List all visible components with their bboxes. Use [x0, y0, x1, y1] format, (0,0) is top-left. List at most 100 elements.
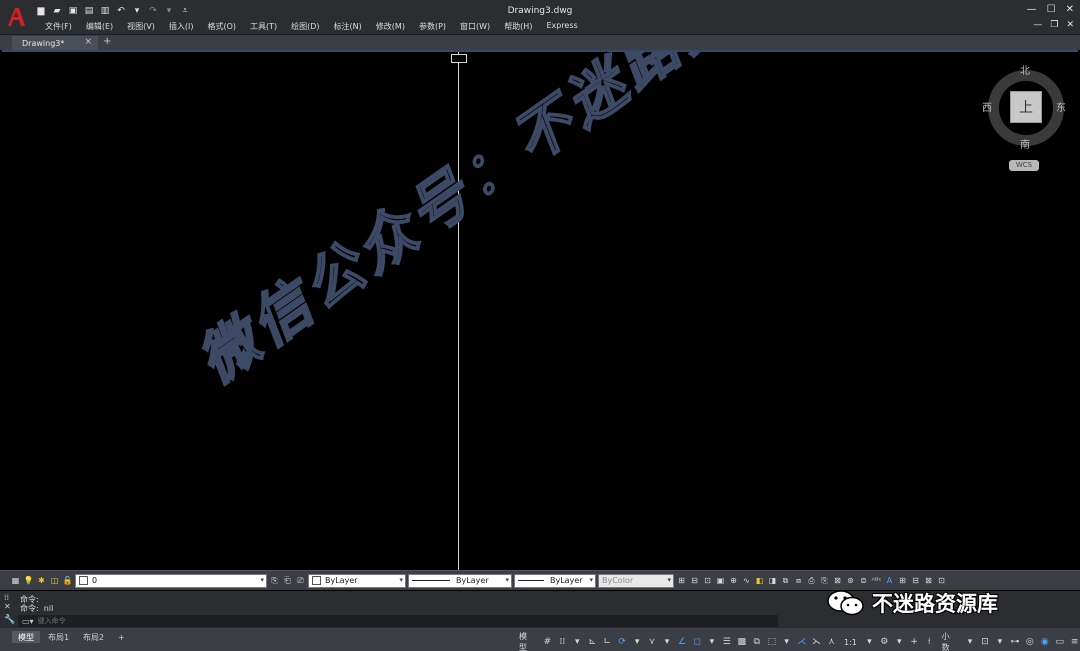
block-icon[interactable]: ⊟ [689, 575, 700, 586]
polar-tracking-icon[interactable]: ⟳ [617, 637, 628, 647]
chevron-down-icon[interactable]: ▾ [572, 637, 583, 647]
customize-wrench-icon[interactable]: 🔧 [4, 615, 15, 625]
chevron-down-icon[interactable]: ▾ [864, 637, 875, 647]
new-icon[interactable]: ▆ [34, 5, 48, 17]
menu-modify[interactable]: 修改(M) [369, 21, 412, 32]
save-as-icon[interactable]: ▤ [82, 5, 96, 17]
minimize-icon[interactable]: — [1027, 4, 1037, 15]
menu-insert[interactable]: 插入(I) [162, 21, 201, 32]
object-snap-icon[interactable]: ◻ [691, 637, 702, 647]
doc-restore-icon[interactable]: ❐ [1050, 20, 1058, 30]
layer-state-icon[interactable]: ◧ [754, 575, 765, 586]
doc-minimize-icon[interactable]: — [1033, 20, 1042, 30]
command-input[interactable]: ▭▾ 键入命令 [18, 615, 778, 627]
open-icon[interactable]: ▰ [50, 5, 64, 17]
workspace-gear-icon[interactable]: ⚙ [879, 637, 890, 647]
layer-on-icon[interactable]: 💡 [23, 575, 34, 586]
color-dropdown[interactable]: ByLayer ▾ [308, 573, 406, 588]
wcs-menu-button[interactable]: WCS [1009, 160, 1039, 171]
layer-dropdown[interactable]: 0 ▾ [75, 573, 267, 588]
grip-icon[interactable]: ⁞⁞ [4, 593, 11, 602]
menu-tools[interactable]: 工具(T) [243, 21, 284, 32]
infer-constraints-icon[interactable]: ⊾ [587, 637, 598, 647]
close-command-icon[interactable]: ✕ [4, 602, 11, 611]
lock-ui-icon[interactable]: ⊶ [1009, 637, 1020, 647]
chevron-down-icon[interactable]: ▾ [632, 637, 643, 647]
annotation-scale-icon[interactable]: ⋏ [826, 637, 837, 647]
layer-walk-icon[interactable]: ◨ [767, 575, 778, 586]
menu-dimension[interactable]: 标注(N) [327, 21, 369, 32]
linetype-dropdown[interactable]: ByLayer ▾ [408, 573, 512, 588]
customize-status-icon[interactable]: ≡ [1069, 637, 1080, 647]
compass-north[interactable]: 北 [1020, 62, 1030, 77]
annotation-scale-value[interactable]: 1:1 [841, 638, 860, 647]
dim-style-icon[interactable]: ⊞ [897, 575, 908, 586]
chevron-down-icon[interactable]: ▾ [965, 637, 976, 647]
tab-close-icon[interactable]: × [84, 37, 92, 47]
layer-match-icon[interactable]: ⎚ [295, 575, 306, 586]
snap-icon[interactable]: ⁞⁞ [557, 637, 568, 647]
redo-dropdown-icon[interactable]: ▾ [162, 5, 176, 17]
ortho-icon[interactable]: ∟ [602, 637, 613, 647]
viewcube-top-face[interactable]: 上 [1010, 91, 1042, 123]
chevron-down-icon[interactable]: ▾ [662, 637, 673, 647]
undo-dropdown-icon[interactable]: ▾ [130, 5, 144, 17]
table-style-icon[interactable]: ⊟ [910, 575, 921, 586]
menu-window[interactable]: 窗口(W) [453, 21, 497, 32]
table-icon[interactable]: ⊞ [676, 575, 687, 586]
layer-properties-icon[interactable]: ▦ [10, 575, 21, 586]
annotation-visibility-icon[interactable]: ⋌ [796, 637, 807, 647]
chevron-down-icon[interactable]: ▾ [706, 637, 717, 647]
isodraft-icon[interactable]: ⋎ [647, 637, 658, 647]
zoom-realtime-icon[interactable]: ⊕ [728, 575, 739, 586]
transparency-icon[interactable]: ▩ [736, 637, 747, 647]
menu-express[interactable]: Express [539, 21, 584, 32]
chevron-down-icon[interactable]: ▾ [994, 637, 1005, 647]
save-icon[interactable]: ▣ [66, 5, 80, 17]
selection-cycling-icon[interactable]: ⧉ [751, 637, 762, 647]
menu-parametric[interactable]: 参数(P) [412, 21, 453, 32]
zoom-extents-icon[interactable]: ⊡ [702, 575, 713, 586]
menu-format[interactable]: 格式(O) [200, 21, 243, 32]
make-current-layer-icon[interactable]: ⎘ [269, 575, 280, 586]
autoscale-icon[interactable]: ⋋ [811, 637, 822, 647]
object-snap-tracking-icon[interactable]: ∠ [677, 637, 688, 647]
zoom-window-icon[interactable]: ▣ [715, 575, 726, 586]
quick-properties-icon[interactable]: ⊡ [980, 637, 991, 647]
layer-thaw-icon[interactable]: ✱ [36, 575, 47, 586]
layer-freeze-icon[interactable]: ⧈ [793, 575, 804, 586]
add-layout-button[interactable]: + [112, 631, 131, 643]
menu-file[interactable]: 文件(F) [38, 21, 79, 32]
paste-icon[interactable]: ⎘ [819, 575, 830, 586]
viewcube[interactable]: 上 北 南 西 东 [982, 62, 1070, 162]
model-space-toggle[interactable]: 模型 [516, 631, 538, 651]
chevron-down-icon[interactable]: ▾ [894, 637, 905, 647]
clean-screen-icon[interactable]: ▭ [1054, 637, 1065, 647]
text-style-icon[interactable]: ᴬᴮᶜ [871, 575, 882, 586]
copy-clip-icon[interactable]: ⎙ [806, 575, 817, 586]
layer-viewport-icon[interactable]: ◫ [49, 575, 60, 586]
maximize-icon[interactable]: ☐ [1047, 4, 1056, 15]
redo-icon[interactable]: ↷ [146, 5, 160, 17]
tab-drawing3[interactable]: Drawing3* × [12, 36, 98, 50]
command-prompt-icon[interactable]: ▭▾ [22, 617, 34, 626]
doc-close-icon[interactable]: ✕ [1066, 20, 1074, 30]
plotstyle-dropdown[interactable]: ByColor ▾ [598, 573, 674, 588]
compass-east[interactable]: 东 [1056, 99, 1066, 114]
drawing-canvas[interactable]: 微信公众号：不迷路资源库 上 北 南 西 东 [2, 50, 1078, 570]
3d-osnap-icon[interactable]: ⬚ [766, 637, 777, 647]
grid-icon[interactable]: # [542, 637, 553, 647]
menu-draw[interactable]: 绘图(D) [284, 21, 326, 32]
menu-help[interactable]: 帮助(H) [497, 21, 539, 32]
autocad-logo-icon[interactable] [6, 6, 26, 28]
layout-tab-model[interactable]: 模型 [12, 631, 40, 643]
layout-tab-layout1[interactable]: 布局1 [42, 631, 75, 643]
print-icon[interactable]: ▥ [98, 5, 112, 17]
isolate-objects-icon[interactable]: ◎ [1024, 637, 1035, 647]
attach-icon[interactable]: ⊜ [858, 575, 869, 586]
layer-previous-icon[interactable]: ⎗ [282, 575, 293, 586]
xref-icon[interactable]: ⊛ [845, 575, 856, 586]
annotation-monitor-icon[interactable]: + [909, 637, 920, 647]
chevron-down-icon[interactable]: ▾ [781, 637, 792, 647]
lineweight-icon[interactable]: ☰ [721, 637, 732, 647]
